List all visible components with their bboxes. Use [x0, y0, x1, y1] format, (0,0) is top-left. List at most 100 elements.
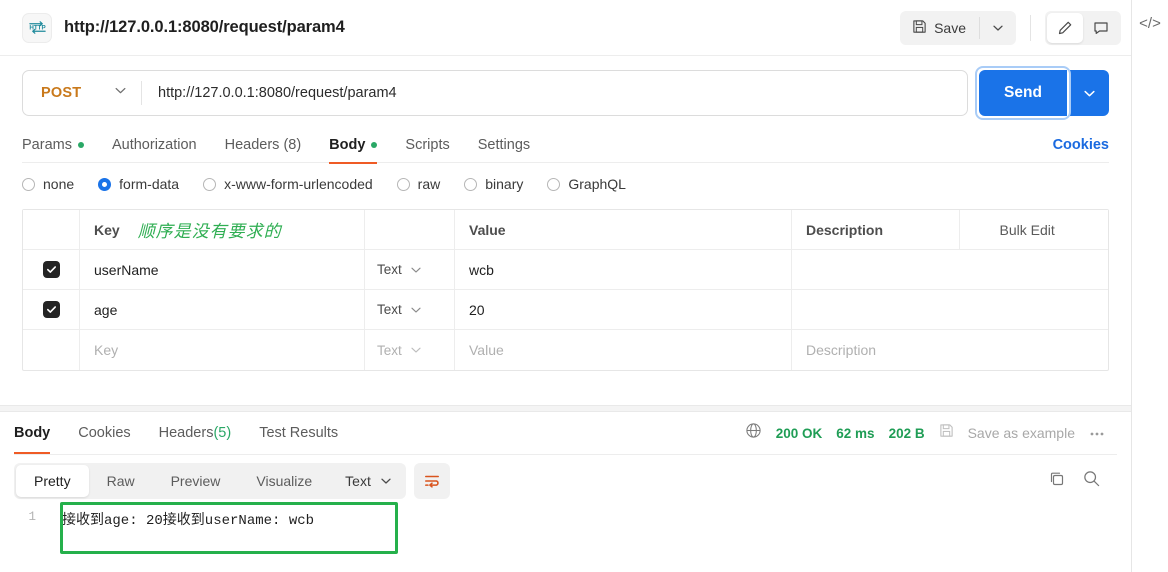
send-button[interactable]: Send — [979, 70, 1067, 116]
edit-request-button[interactable] — [1047, 12, 1083, 43]
row-checkbox-cell[interactable] — [23, 290, 80, 329]
search-icon[interactable] — [1082, 469, 1101, 493]
tab-headers-label: Headers (8) — [224, 137, 302, 153]
body-type-raw-label: raw — [417, 176, 441, 192]
body-type-graphql[interactable]: GraphQL — [547, 176, 626, 192]
save-button[interactable]: Save — [900, 11, 979, 45]
tab-scripts[interactable]: Scripts — [405, 128, 449, 162]
response-body-code[interactable]: 1 接收到age: 20接收到userName: wcb — [0, 506, 1131, 532]
save-button-label: Save — [934, 19, 966, 36]
response-panel: Body Cookies Headers (5) Test Results 20… — [0, 412, 1131, 572]
request-header-bar: HTTP http://127.0.0.1:8080/request/param… — [0, 0, 1131, 56]
tab-body-label: Body — [329, 137, 366, 153]
cookies-link[interactable]: Cookies — [1053, 137, 1109, 153]
row-key-cell[interactable]: userName — [80, 250, 365, 289]
row-type-cell[interactable]: Text — [365, 250, 455, 289]
row-description-cell[interactable]: Description — [792, 330, 1108, 370]
postman-window: HTTP http://127.0.0.1:8080/request/param… — [0, 0, 1168, 572]
tab-settings[interactable]: Settings — [478, 128, 530, 162]
save-button-group[interactable]: Save — [900, 10, 1016, 45]
view-mode-raw[interactable]: Raw — [89, 465, 153, 497]
response-status: 200 OK — [775, 425, 823, 441]
save-options-caret[interactable] — [980, 11, 1016, 45]
response-tab-test-results[interactable]: Test Results — [259, 412, 338, 454]
body-type-binary[interactable]: binary — [464, 176, 523, 192]
table-row[interactable]: userName Text wcb — [23, 250, 1108, 290]
row-type-cell[interactable]: Text — [365, 330, 455, 370]
tab-params[interactable]: Params — [22, 128, 84, 162]
copy-icon[interactable] — [1048, 470, 1066, 493]
header-checkbox-cell — [23, 210, 80, 249]
tab-authorization[interactable]: Authorization — [112, 128, 197, 162]
body-type-none[interactable]: none — [22, 176, 74, 192]
header-key-cell: Key 顺序是没有要求的 — [80, 210, 365, 249]
table-row-empty[interactable]: Key Text Value Description — [23, 330, 1108, 370]
chevron-down-icon — [411, 347, 421, 353]
method-caret-icon — [114, 84, 127, 102]
body-type-binary-label: binary — [485, 176, 524, 192]
tab-body[interactable]: Body — [329, 128, 378, 164]
header-divider — [1030, 14, 1031, 41]
response-tab-body[interactable]: Body — [14, 412, 51, 454]
view-mode-visualize[interactable]: Visualize — [238, 465, 330, 497]
response-meta: 200 OK 62 ms 202 B Save as example — [745, 422, 1117, 444]
response-view-actions — [1048, 469, 1117, 493]
row-type-value: Text — [377, 302, 402, 317]
panel-splitter[interactable] — [0, 405, 1131, 412]
tab-headers[interactable]: Headers (8) — [225, 128, 302, 162]
row-checkbox-cell[interactable] — [23, 250, 80, 289]
response-format-selector[interactable]: Text — [330, 465, 404, 497]
response-tab-headers[interactable]: Headers (5) — [159, 412, 232, 454]
row-description-cell[interactable] — [792, 290, 1108, 329]
row-key-cell[interactable]: age — [80, 290, 365, 329]
row-value-cell[interactable]: 20 — [455, 290, 792, 329]
comment-button[interactable] — [1083, 13, 1119, 43]
row-key-cell[interactable]: Key — [80, 330, 365, 370]
view-mode-pretty-label: Pretty — [34, 473, 71, 489]
code-line: 1 接收到age: 20接收到userName: wcb — [14, 506, 1131, 532]
send-options-caret[interactable] — [1069, 70, 1109, 116]
header-value-label: Value — [469, 221, 506, 238]
table-row[interactable]: age Text 20 — [23, 290, 1108, 330]
view-mode-pretty[interactable]: Pretty — [16, 465, 89, 497]
body-type-graphql-label: GraphQL — [568, 176, 626, 192]
row-value-value: wcb — [469, 261, 494, 278]
bulk-edit-button[interactable]: Bulk Edit — [1000, 222, 1055, 238]
row-type-cell[interactable]: Text — [365, 290, 455, 329]
tab-authorization-label: Authorization — [111, 137, 197, 153]
url-bar-row: POST http://127.0.0.1:8080/request/param… — [0, 56, 1131, 120]
body-type-form-data[interactable]: form-data — [98, 176, 179, 192]
word-wrap-toggle[interactable] — [413, 463, 450, 499]
right-sidebar: </> — [1131, 0, 1168, 572]
method-selector[interactable]: POST — [23, 84, 141, 102]
modified-dot-icon — [77, 142, 84, 148]
table-header-row: Key 顺序是没有要求的 Value Description ellipsis-… — [23, 210, 1108, 250]
body-type-urlencoded[interactable]: x-www-form-urlencoded — [203, 176, 373, 192]
row-value-cell[interactable]: Value — [455, 330, 792, 370]
tab-settings-label: Settings — [477, 137, 531, 153]
radio-circle-icon — [547, 177, 561, 191]
response-more-icon[interactable] — [1089, 424, 1105, 442]
code-brackets-icon[interactable]: </> — [1135, 8, 1165, 38]
radio-circle-selected-icon — [98, 177, 112, 191]
row-description-cell[interactable] — [792, 250, 1108, 289]
response-tabs: Body Cookies Headers (5) Test Results 20… — [0, 412, 1131, 454]
checkbox-checked-icon[interactable] — [42, 301, 60, 318]
chevron-down-icon — [993, 25, 1003, 31]
row-checkbox-cell[interactable] — [23, 330, 80, 370]
checkbox-checked-icon[interactable] — [42, 261, 60, 278]
radio-circle-icon — [203, 177, 217, 191]
response-tab-cookies[interactable]: Cookies — [78, 412, 130, 454]
view-mode-preview[interactable]: Preview — [153, 465, 239, 497]
response-format-label: Text — [345, 473, 371, 489]
url-input[interactable]: http://127.0.0.1:8080/request/param4 — [142, 85, 397, 101]
request-tabs: Params Authorization Headers (8) Body Sc… — [0, 128, 1131, 164]
annotation-text-order: 顺序是没有要求的 — [137, 222, 282, 241]
view-mode-raw-label: Raw — [106, 473, 135, 489]
url-field[interactable]: POST http://127.0.0.1:8080/request/param… — [22, 70, 968, 116]
save-as-example-button[interactable]: Save as example — [968, 425, 1075, 441]
row-value-cell[interactable]: wcb — [455, 250, 792, 289]
body-type-raw[interactable]: raw — [396, 176, 441, 192]
request-title: http://127.0.0.1:8080/request/param4 — [64, 18, 345, 36]
globe-icon[interactable] — [745, 422, 762, 444]
